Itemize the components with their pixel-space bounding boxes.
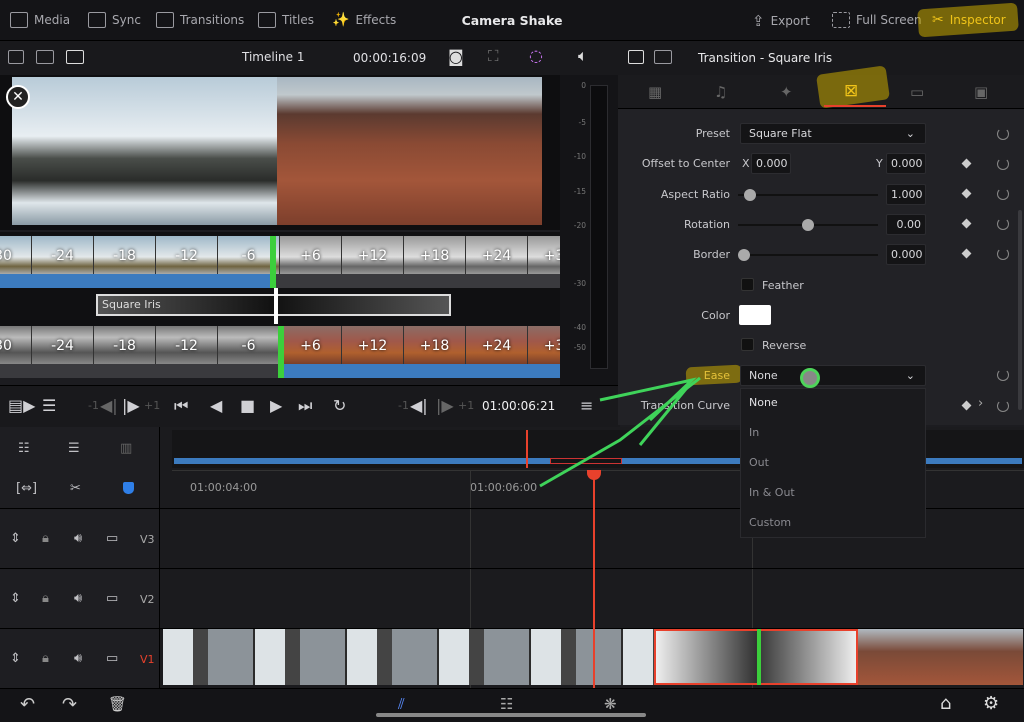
undo-icon[interactable]: ↶ [20, 694, 35, 715]
bottom-bar: ↶ ↷ 🗑︎ ⫽ ☷ ❋ ⌂ ⚙ [0, 688, 1024, 722]
gear-icon[interactable]: ⚙ [983, 693, 999, 714]
arrow-annotation [539, 376, 701, 488]
redo-icon[interactable]: ↷ [62, 694, 77, 715]
home-icon[interactable]: ⌂ [940, 693, 951, 714]
trash-icon[interactable]: 🗑︎ [108, 695, 127, 713]
home-indicator [376, 713, 646, 717]
cut-page-icon[interactable]: ⫽ [398, 695, 405, 713]
color-page-icon[interactable]: ❋ [604, 695, 617, 713]
edit-page-icon[interactable]: ☷ [500, 695, 513, 713]
